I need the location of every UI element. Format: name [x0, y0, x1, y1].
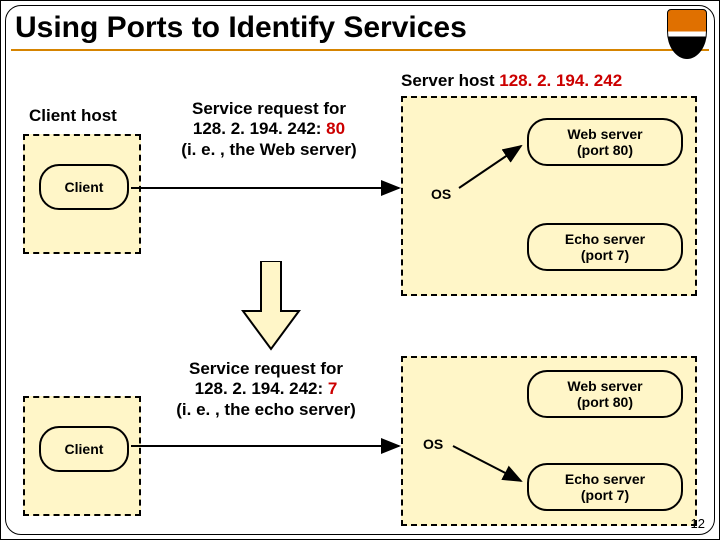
page-number: 12 [691, 516, 705, 531]
arrows-overlay [1, 1, 720, 541]
slide: Using Ports to Identify Services Server … [0, 0, 720, 540]
